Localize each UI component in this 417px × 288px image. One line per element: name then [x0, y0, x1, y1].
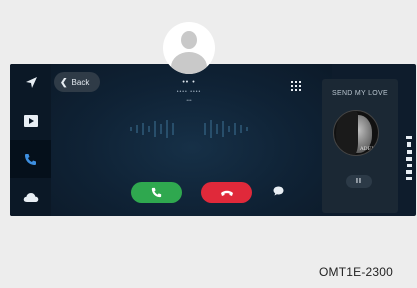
decline-call-button[interactable] — [201, 182, 252, 203]
caller-number: •••• •••• — [176, 89, 202, 95]
chevron-left-icon: ❮ — [60, 76, 68, 87]
message-bubble-icon[interactable] — [273, 186, 284, 196]
battery-icon — [406, 177, 412, 180]
call-status: ••• — [186, 98, 192, 104]
mic-icon — [407, 142, 411, 147]
caller-avatar — [163, 22, 215, 74]
phone-accept-icon — [151, 187, 162, 198]
caller-name: •• • — [182, 79, 196, 86]
accept-call-button[interactable] — [131, 182, 182, 203]
wifi-icon — [406, 164, 412, 167]
media-player-icon — [23, 115, 38, 127]
back-button-label: Back — [71, 77, 90, 87]
dialpad-grid-icon[interactable] — [291, 81, 301, 91]
usb-icon — [406, 150, 412, 154]
phone-icon — [25, 153, 36, 165]
figure-caption: OMT1E-2300 — [319, 265, 394, 279]
volume-icon — [406, 157, 412, 161]
voice-waveform — [130, 120, 248, 138]
album-art-text: ADELE — [360, 146, 379, 152]
song-title: SEND MY LOVE — [332, 90, 388, 97]
signal-icon — [406, 170, 412, 174]
nav-item-media[interactable] — [10, 102, 51, 140]
nav-item-cloud[interactable] — [10, 178, 51, 216]
phone-decline-icon — [220, 190, 233, 196]
nav-item-navigation[interactable] — [10, 64, 51, 102]
nav-item-phone[interactable] — [10, 140, 51, 178]
status-icons — [404, 136, 414, 180]
cloud-icon — [23, 192, 38, 202]
bluetooth-icon — [406, 136, 412, 139]
navigation-arrow-icon — [25, 77, 37, 88]
now-playing-card[interactable]: SEND MY LOVE ADELE II — [322, 79, 398, 213]
back-button[interactable]: ❮ Back — [54, 72, 100, 92]
album-art: ADELE — [333, 110, 379, 156]
nav-rail — [10, 64, 51, 216]
pause-button[interactable]: II — [346, 175, 372, 188]
